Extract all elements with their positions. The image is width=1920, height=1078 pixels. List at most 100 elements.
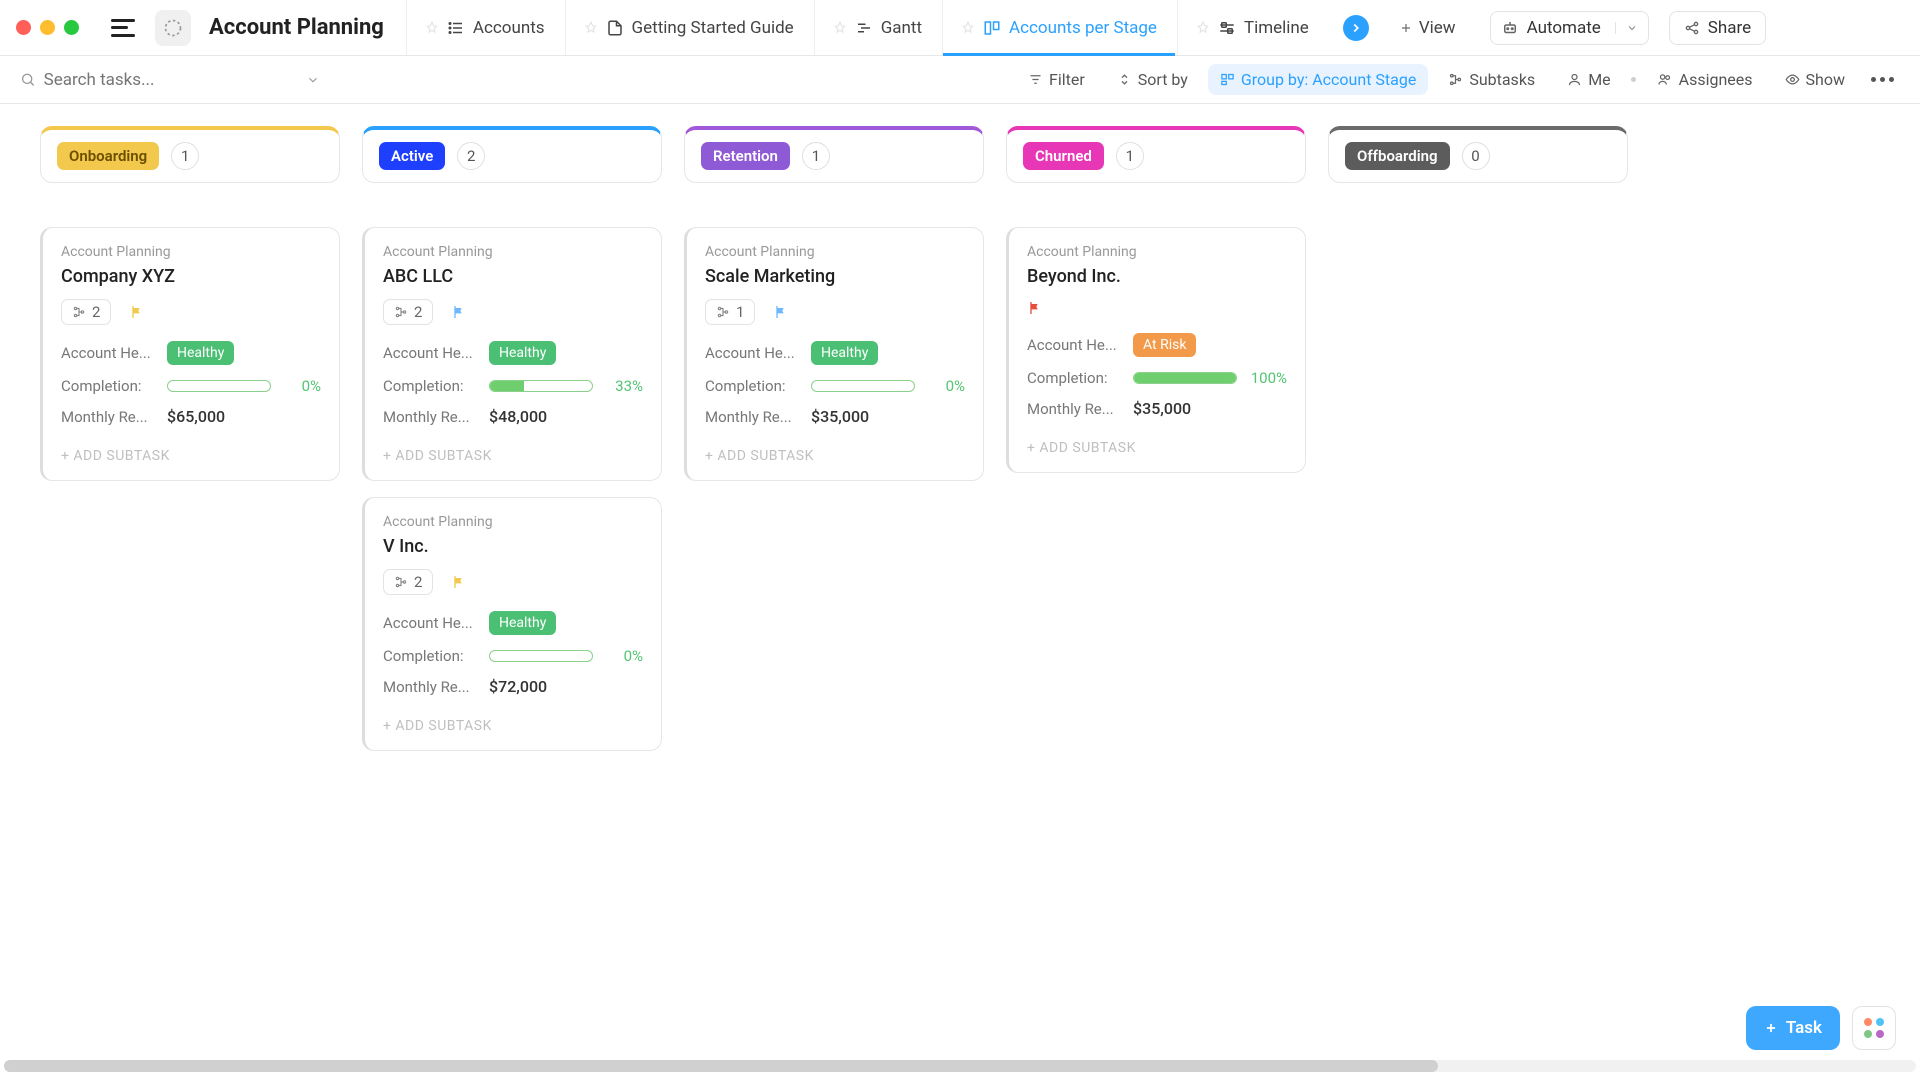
tab-label: Getting Started Guide xyxy=(632,18,794,38)
column-header[interactable]: Churned1 xyxy=(1006,126,1306,183)
chevron-down-icon[interactable] xyxy=(306,73,320,87)
floating-actions: Task xyxy=(1746,1006,1896,1050)
column-header[interactable]: Onboarding1 xyxy=(40,126,340,183)
revenue-row: Monthly Re...$48,000 xyxy=(383,407,643,426)
field-label: Monthly Re... xyxy=(383,408,481,426)
progress-bar xyxy=(489,380,593,392)
task-card[interactable]: Account PlanningScale Marketing1Account … xyxy=(684,227,984,481)
meta-row: 2 xyxy=(383,299,643,325)
tab-accounts-per-stage[interactable]: Accounts per Stage xyxy=(942,0,1175,55)
progress-bar xyxy=(167,380,271,392)
next-views-icon[interactable] xyxy=(1343,15,1369,41)
subtask-count[interactable]: 2 xyxy=(383,299,433,325)
progress-value: 0% xyxy=(603,647,643,665)
column-churned: Churned1 Account PlanningBeyond Inc.Accou… xyxy=(1006,126,1306,751)
progress-value: 33% xyxy=(603,377,643,395)
tab-gantt[interactable]: Gantt xyxy=(814,0,940,55)
add-subtask-button[interactable]: + ADD SUBTASK xyxy=(383,438,643,472)
tab-accounts[interactable]: Accounts xyxy=(406,0,563,55)
assignees-label: Assignees xyxy=(1679,70,1753,89)
field-label: Monthly Re... xyxy=(705,408,803,426)
column-header[interactable]: Retention1 xyxy=(684,126,984,183)
subtasks-button[interactable]: Subtasks xyxy=(1436,64,1547,95)
count-badge: 2 xyxy=(457,142,485,170)
subtask-count[interactable]: 2 xyxy=(383,569,433,595)
add-subtask-button[interactable]: + ADD SUBTASK xyxy=(1027,430,1287,464)
subtask-count[interactable]: 2 xyxy=(61,299,111,325)
sort-button[interactable]: Sort by xyxy=(1105,64,1200,95)
count-badge: 1 xyxy=(1116,142,1144,170)
me-label: Me xyxy=(1588,70,1610,89)
stage-pill: Offboarding xyxy=(1345,142,1450,170)
people-icon xyxy=(1656,72,1673,87)
tab-label: Accounts xyxy=(473,18,545,38)
automate-button[interactable]: Automate xyxy=(1490,11,1649,45)
plus-icon xyxy=(1764,1021,1778,1035)
card-title: Company XYZ xyxy=(61,266,321,287)
flag-icon[interactable] xyxy=(1027,299,1043,317)
apps-button[interactable] xyxy=(1852,1006,1896,1050)
more-icon[interactable] xyxy=(1865,71,1900,88)
stage-pill: Active xyxy=(379,142,445,170)
column-onboarding: Onboarding1Account PlanningCompany XYZ2A… xyxy=(40,126,340,751)
progress-value: 100% xyxy=(1247,369,1287,387)
titlebar: Account Planning AccountsGetting Started… xyxy=(0,0,1920,56)
flag-icon[interactable] xyxy=(451,303,467,321)
group-by-button[interactable]: Group by: Account Stage xyxy=(1208,64,1428,95)
progress-bar xyxy=(1133,372,1237,384)
field-label: Monthly Re... xyxy=(61,408,159,426)
field-label: Account He... xyxy=(383,614,481,632)
sort-icon xyxy=(1117,72,1132,87)
flag-icon[interactable] xyxy=(773,303,789,321)
new-task-button[interactable]: Task xyxy=(1746,1006,1840,1050)
share-button[interactable]: Share xyxy=(1669,11,1766,45)
field-label: Monthly Re... xyxy=(1027,400,1125,418)
menu-icon[interactable] xyxy=(111,19,135,37)
subtask-count[interactable]: 1 xyxy=(705,299,755,325)
revenue-value: $35,000 xyxy=(1133,399,1191,418)
cards-list: Account PlanningCompany XYZ2Account He..… xyxy=(40,227,340,481)
task-card[interactable]: Account PlanningABC LLC2Account He...Hea… xyxy=(362,227,662,481)
view-tabs: Accounts Getting Started Guide GanttAccoun… xyxy=(406,0,1327,55)
horizontal-scrollbar[interactable] xyxy=(4,1060,1916,1072)
add-subtask-button[interactable]: + ADD SUBTASK xyxy=(705,438,965,472)
flag-icon[interactable] xyxy=(129,303,145,321)
task-card[interactable]: Account PlanningV Inc.2Account He...Heal… xyxy=(362,497,662,751)
flag-icon[interactable] xyxy=(451,573,467,591)
health-badge: Healthy xyxy=(489,611,556,635)
close-window-icon[interactable] xyxy=(16,20,31,35)
revenue-value: $72,000 xyxy=(489,677,547,696)
progress-bar xyxy=(811,380,915,392)
search-input[interactable] xyxy=(44,70,320,90)
field-label: Completion: xyxy=(705,377,803,395)
revenue-row: Monthly Re...$35,000 xyxy=(705,407,965,426)
meta-row xyxy=(1027,299,1287,317)
maximize-window-icon[interactable] xyxy=(64,20,79,35)
chevron-down-icon[interactable] xyxy=(1615,22,1638,34)
assignees-button[interactable]: Assignees xyxy=(1644,64,1765,95)
completion-row: Completion:0% xyxy=(383,647,643,665)
task-card[interactable]: Account PlanningBeyond Inc.Account He...… xyxy=(1006,227,1306,473)
task-card[interactable]: Account PlanningCompany XYZ2Account He..… xyxy=(40,227,340,481)
health-badge: Healthy xyxy=(811,341,878,365)
show-button[interactable]: Show xyxy=(1773,64,1857,95)
share-icon xyxy=(1684,20,1700,36)
tab-getting-started-guide[interactable]: Getting Started Guide xyxy=(565,0,812,55)
breadcrumb: Account Planning xyxy=(705,244,965,260)
progress-value: 0% xyxy=(281,377,321,395)
filter-button[interactable]: Filter xyxy=(1016,64,1097,95)
column-header[interactable]: Offboarding0 xyxy=(1328,126,1628,183)
add-subtask-button[interactable]: + ADD SUBTASK xyxy=(61,438,321,472)
add-subtask-button[interactable]: + ADD SUBTASK xyxy=(383,708,643,742)
space-icon[interactable] xyxy=(155,10,191,46)
scrollbar-thumb[interactable] xyxy=(4,1060,1438,1072)
column-header[interactable]: Active 2 xyxy=(362,126,662,183)
minimize-window-icon[interactable] xyxy=(40,20,55,35)
tab-timeline[interactable]: Timeline xyxy=(1177,0,1327,55)
add-view-button[interactable]: View xyxy=(1385,12,1470,44)
progress-bar xyxy=(489,650,593,662)
completion-row: Completion:0% xyxy=(61,377,321,395)
field-label: Monthly Re... xyxy=(383,678,481,696)
me-button[interactable]: Me xyxy=(1555,64,1622,95)
card-title: ABC LLC xyxy=(383,266,643,287)
